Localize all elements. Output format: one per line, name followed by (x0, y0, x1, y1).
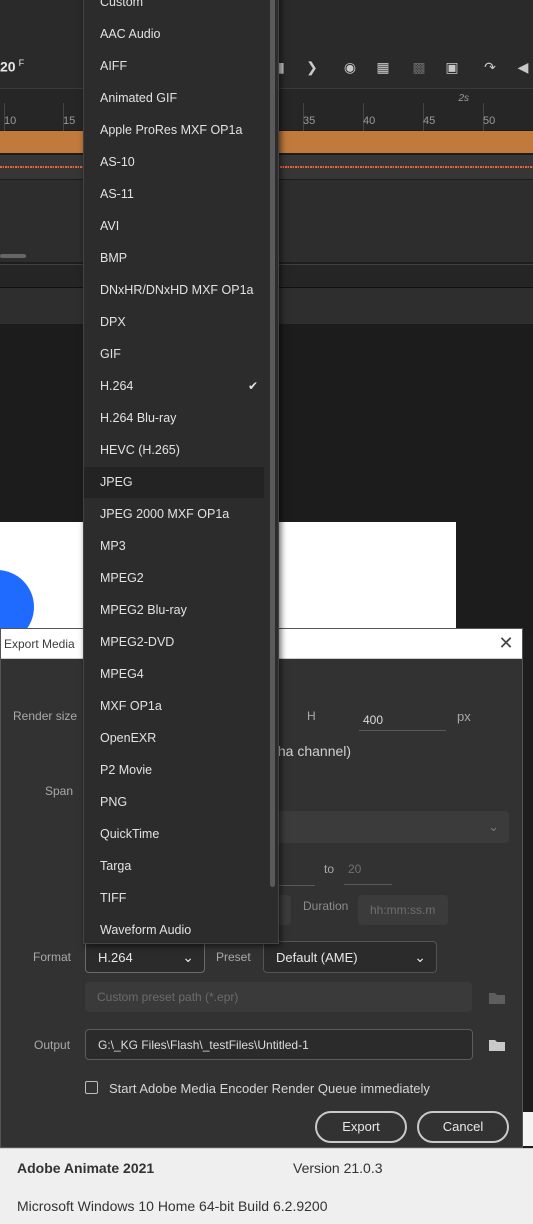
background-window-edge (523, 1112, 533, 1146)
span-select[interactable]: ⌄ (271, 811, 509, 843)
timeline-scrollbar[interactable] (0, 254, 26, 258)
ruler-tick: 15 (63, 115, 76, 127)
format-option[interactable]: Waveform Audio (84, 915, 264, 946)
format-dropdown-list: Custom AAC Audio AIFF Animated GIF Apple… (83, 0, 279, 944)
current-frame-display[interactable]: 20 F (0, 58, 24, 75)
format-option[interactable]: H.264 Blu-ray (84, 403, 264, 434)
format-option[interactable]: OpenEXR (84, 723, 264, 754)
ruler-tick: 40 (363, 115, 376, 127)
app-version: Version 21.0.3 (293, 1160, 383, 1176)
format-option[interactable]: HEVC (H.265) (84, 435, 264, 466)
format-option[interactable]: JPEG 2000 MXF OP1a (84, 499, 264, 530)
ruler-tick: 10 (4, 115, 17, 127)
checkmark-icon: ✔ (247, 379, 258, 393)
chevron-down-icon: ⌄ (488, 819, 499, 834)
span-label: Span (45, 784, 74, 798)
format-option[interactable]: Apple ProRes MXF OP1a (84, 115, 264, 146)
duration-input[interactable]: hh:mm:ss.m (358, 895, 448, 925)
export-button[interactable]: Export (315, 1111, 407, 1143)
render-queue-checkbox[interactable] (85, 1081, 98, 1094)
format-option[interactable]: DPX (84, 307, 264, 338)
format-option[interactable]: DNxHR/DNxHD MXF OP1a (84, 275, 264, 306)
format-option[interactable]: MPEG2 (84, 563, 264, 594)
format-option[interactable]: AS-10 (84, 147, 264, 178)
to-label: to (324, 862, 335, 876)
output-path-input[interactable]: G:\_KG Files\Flash\_testFiles\Untitled-1 (85, 1029, 473, 1060)
format-option[interactable]: MPEG2-DVD (84, 627, 264, 658)
onion-skin-icon[interactable]: ▦ (374, 58, 392, 76)
height-label: H (307, 709, 316, 723)
format-option[interactable]: MP3 (84, 531, 264, 562)
format-option-selected[interactable]: H.264 ✔ (84, 371, 264, 402)
create-tween-icon[interactable]: ▣ (443, 58, 461, 76)
format-option[interactable]: Custom (84, 0, 264, 18)
unit-label: px (457, 709, 471, 724)
camera-icon[interactable]: ◉ (341, 58, 359, 76)
custom-preset-path-input[interactable]: Custom preset path (*.epr) (85, 982, 472, 1012)
about-info-panel: Adobe Animate 2021 Version 21.0.3 Micros… (0, 1148, 533, 1224)
output-label: Output (34, 1038, 71, 1052)
duration-label: Duration (303, 899, 349, 913)
render-size-label: Render size (13, 709, 78, 723)
preset-label: Preset (216, 950, 251, 964)
previous-keyframe-icon[interactable]: ◀ (514, 58, 532, 76)
format-option[interactable]: MPEG2 Blu-ray (84, 595, 264, 626)
format-option[interactable]: QuickTime (84, 819, 264, 850)
dialog-title: Export Media (4, 637, 75, 651)
format-option[interactable]: AIFF (84, 51, 264, 82)
preset-value: Default (AME) (276, 950, 358, 965)
format-option-hovered[interactable]: JPEG (84, 467, 264, 498)
edit-multiple-frames-icon[interactable]: ▩ (410, 58, 428, 76)
format-value: H.264 (98, 950, 133, 965)
height-input[interactable]: 400 (359, 707, 446, 731)
alpha-channel-label: lpha channel) (267, 743, 352, 759)
format-option[interactable]: BMP (84, 243, 264, 274)
ruler-tick: 35 (303, 115, 316, 127)
app-name: Adobe Animate 2021 (17, 1160, 155, 1176)
export-icon[interactable]: ↷ (481, 58, 499, 76)
ruler-tick: 45 (423, 115, 436, 127)
seconds-marker: 2s (458, 93, 469, 104)
format-option[interactable]: Targa (84, 851, 264, 882)
render-queue-label: Start Adobe Media Encoder Render Queue i… (109, 1081, 430, 1096)
format-option-label: H.264 (100, 379, 134, 393)
format-option[interactable]: GIF (84, 339, 264, 370)
format-option[interactable]: AVI (84, 211, 264, 242)
dropdown-scrollbar[interactable] (270, 0, 275, 887)
format-option[interactable]: AAC Audio (84, 19, 264, 50)
folder-icon[interactable] (488, 1038, 506, 1052)
format-option[interactable]: TIFF (84, 883, 264, 914)
format-option[interactable]: PNG (84, 787, 264, 818)
format-label: Format (33, 950, 72, 964)
preset-select[interactable]: Default (AME) ⌄ (263, 941, 437, 973)
format-option[interactable]: MPEG4 (84, 659, 264, 690)
frame-unit: F (18, 58, 25, 68)
format-option[interactable]: AS-11 (84, 179, 264, 210)
app-window: 20 F ▮ ❯ ◉ ▦ ▩ ▣ ↷ ◀ 10 15 35 40 45 50 2s… (0, 0, 533, 1224)
close-icon[interactable]: ✕ (496, 633, 516, 653)
folder-icon[interactable] (488, 991, 506, 1005)
chevron-down-icon: ⌄ (414, 949, 426, 965)
format-option[interactable]: MXF OP1a (84, 691, 264, 722)
ruler-tick: 50 (483, 115, 496, 127)
next-frame-icon[interactable]: ❯ (303, 58, 321, 76)
frame-number: 20 (0, 58, 16, 75)
cancel-button[interactable]: Cancel (417, 1111, 509, 1143)
os-info: Microsoft Windows 10 Home 64-bit Build 6… (17, 1198, 328, 1214)
format-option[interactable]: Animated GIF (84, 83, 264, 114)
to-frame-input[interactable]: 20 (344, 857, 392, 885)
chevron-down-icon: ⌄ (182, 949, 194, 965)
format-option[interactable]: P2 Movie (84, 755, 264, 786)
